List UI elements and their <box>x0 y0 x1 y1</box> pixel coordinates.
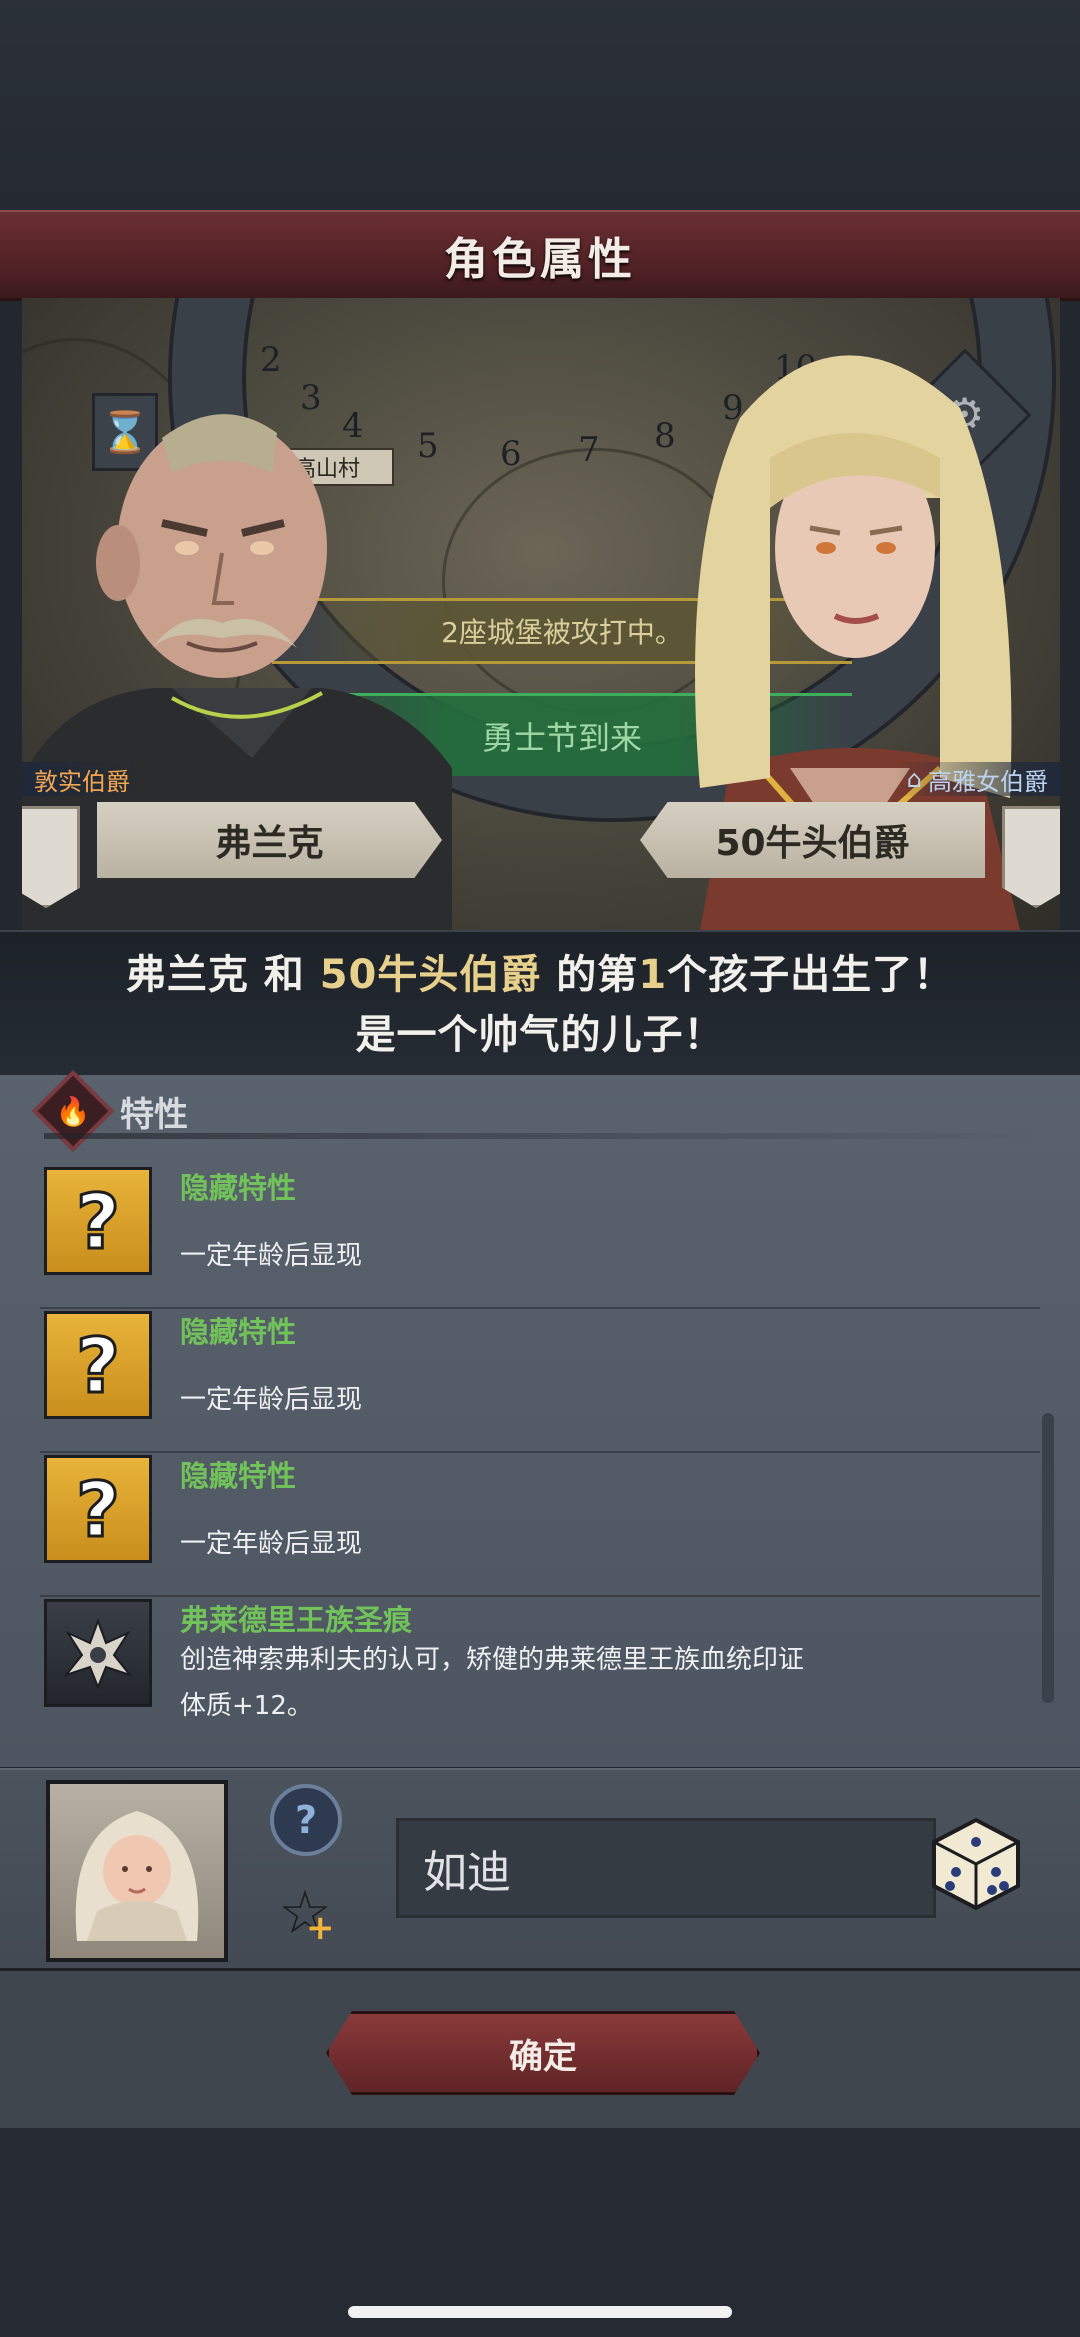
baby-portrait <box>46 1780 228 1962</box>
question-mark-icon: ? <box>44 1311 152 1419</box>
announcement-line-2: 是一个帅气的儿子！ <box>355 1011 725 1058</box>
traits-title: 特性 <box>120 1094 188 1135</box>
trait-item[interactable]: ? 隐藏特性 一定年龄后显现 <box>40 1455 1040 1597</box>
help-icon: ? <box>294 1798 318 1842</box>
mother-rank-label: 高雅女伯爵 <box>928 767 1048 796</box>
father-name: 弗兰克 <box>215 823 324 864</box>
birth-announcement: 弗兰克 和 50牛头伯爵 的第1个孩子出生了！ 是一个帅气的儿子！ <box>0 930 1080 1079</box>
flame-icon: 🔥 <box>31 1069 115 1153</box>
announcement-line-1: 弗兰克 和 50牛头伯爵 的第1个孩子出生了！ <box>126 945 954 1005</box>
father-banner <box>22 806 80 908</box>
home-icon: ⌂ <box>906 765 922 793</box>
trait-name: 隐藏特性 <box>180 1459 297 1493</box>
mother-name: 50牛头伯爵 <box>715 823 910 864</box>
announcement-text: 和 <box>248 951 320 998</box>
announcement-child-number: 1 <box>638 951 668 998</box>
question-mark-icon: ? <box>44 1167 152 1275</box>
section-divider <box>44 1133 1044 1139</box>
traits-panel[interactable]: 🔥 特性 ? 隐藏特性 一定年龄后显现 ? 隐藏特性 一定年龄后显现 ? 隐藏特… <box>0 1069 1080 1767</box>
announcement-text: 的第 <box>541 951 639 998</box>
announcement-mother: 50牛头伯爵 <box>319 951 542 998</box>
traits-scrollbar[interactable] <box>1042 1413 1054 1703</box>
mother-banner <box>1002 806 1060 908</box>
question-mark-icon: ? <box>44 1455 152 1563</box>
trait-desc: 创造神索弗利夫的认可，矫健的弗莱德里王族血统印证 体质+12。 <box>180 1637 880 1729</box>
trait-desc: 一定年龄后显现 <box>180 1529 363 1559</box>
trait-item[interactable]: 弗莱德里王族圣痕 创造神索弗利夫的认可，矫健的弗莱德里王族血统印证 体质+12。 <box>40 1599 1040 1729</box>
royal-crest-icon <box>44 1599 152 1707</box>
trait-item[interactable]: ? 隐藏特性 一定年龄后显现 <box>40 1167 1040 1309</box>
confirm-label: 确定 <box>509 2036 577 2077</box>
dice-icon[interactable] <box>926 1814 1026 1914</box>
confirm-button[interactable]: 确定 <box>326 2011 760 2095</box>
plus-icon: + <box>306 1908 335 1948</box>
announcement-father: 弗兰克 <box>125 951 249 998</box>
help-button[interactable]: ? <box>270 1784 342 1856</box>
father-nameplate[interactable]: 弗兰克 <box>97 802 442 878</box>
favorite-button[interactable]: ☆ + <box>270 1878 340 1948</box>
child-info-row: ? ☆ + <box>0 1768 1080 1970</box>
mother-nameplate[interactable]: 50牛头伯爵 <box>640 802 985 878</box>
home-indicator[interactable] <box>348 2306 732 2318</box>
trait-name: 隐藏特性 <box>180 1171 297 1205</box>
trait-desc: 一定年龄后显现 <box>180 1385 363 1415</box>
page-title: 角色属性 <box>444 234 636 285</box>
father-rank: 敦实伯爵 <box>22 762 142 796</box>
event-text: 勇士节到来 <box>481 719 642 757</box>
top-backdrop <box>0 0 1080 210</box>
traits-header: 🔥 特性 <box>31 1069 188 1153</box>
mother-rank: ⌂ 高雅女伯爵 <box>894 762 1060 796</box>
trait-desc-line: 创造神索弗利夫的认可，矫健的弗莱德里王族血统印证 <box>180 1645 805 1675</box>
scene-illustration: 2 3 4 5 6 7 8 9 10 高山村 ⌛ ⚙ 2座城堡被攻打中。 勇士节… <box>22 298 1060 930</box>
trait-name: 隐藏特性 <box>180 1315 297 1349</box>
trait-desc-line: 体质+12。 <box>180 1691 313 1721</box>
trait-name: 弗莱德里王族圣痕 <box>180 1603 413 1637</box>
title-bar: 角色属性 <box>0 210 1080 301</box>
child-name-input[interactable] <box>396 1818 936 1918</box>
baby-avatar <box>75 1811 199 1941</box>
dial-number: 7 <box>578 430 600 470</box>
royal-crest-icon <box>63 1618 133 1690</box>
trait-desc: 一定年龄后显现 <box>180 1241 363 1271</box>
trait-item[interactable]: ? 隐藏特性 一定年龄后显现 <box>40 1311 1040 1453</box>
footer-bar: 确定 <box>0 1968 1080 2131</box>
announcement-text: 个孩子出生了！ <box>667 951 955 998</box>
dial-number: 6 <box>500 434 522 474</box>
